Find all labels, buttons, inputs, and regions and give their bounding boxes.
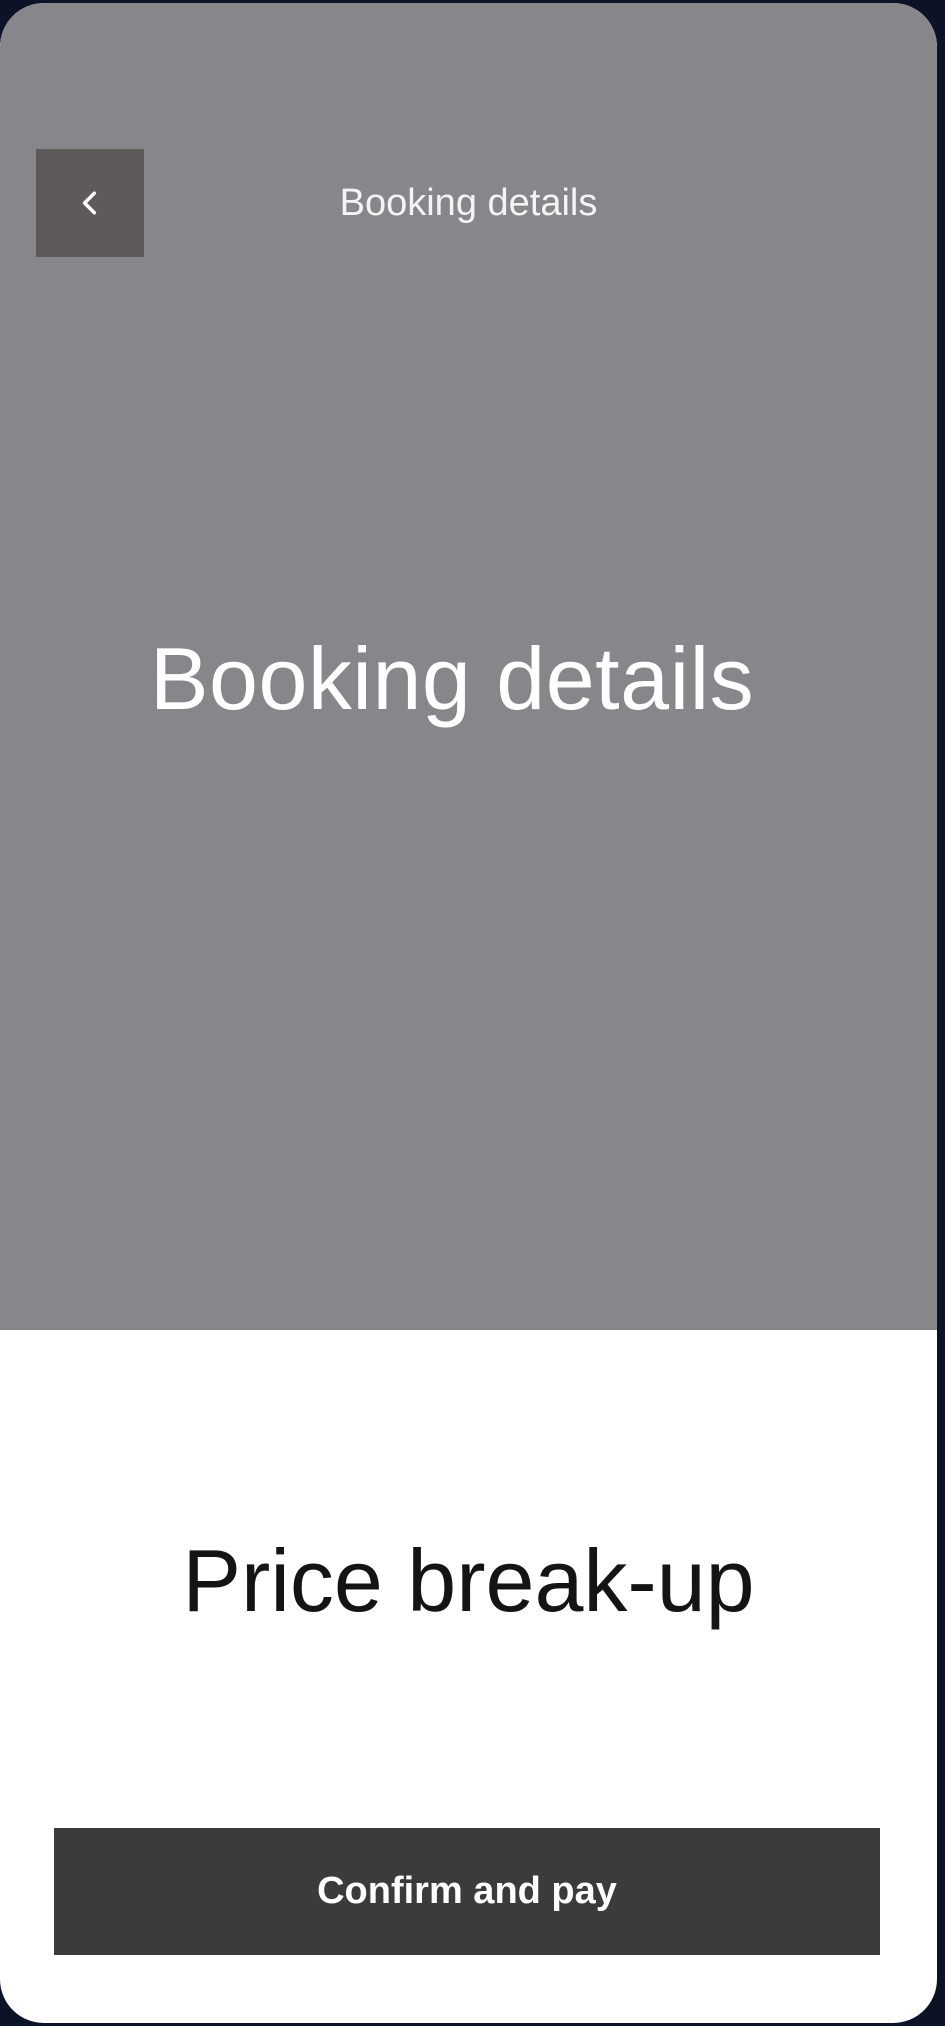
header-title: Booking details [339,182,598,224]
confirm-and-pay-label: Confirm and pay [317,1870,617,1912]
hero-banner: Booking details Booking details [0,3,937,1330]
confirm-and-pay-button[interactable]: Confirm and pay [54,1828,880,1955]
phone-screen: Booking details Booking details Price br… [0,3,937,2023]
hero-title: Booking details [149,629,755,728]
price-breakup-title: Price break-up [182,1531,755,1630]
